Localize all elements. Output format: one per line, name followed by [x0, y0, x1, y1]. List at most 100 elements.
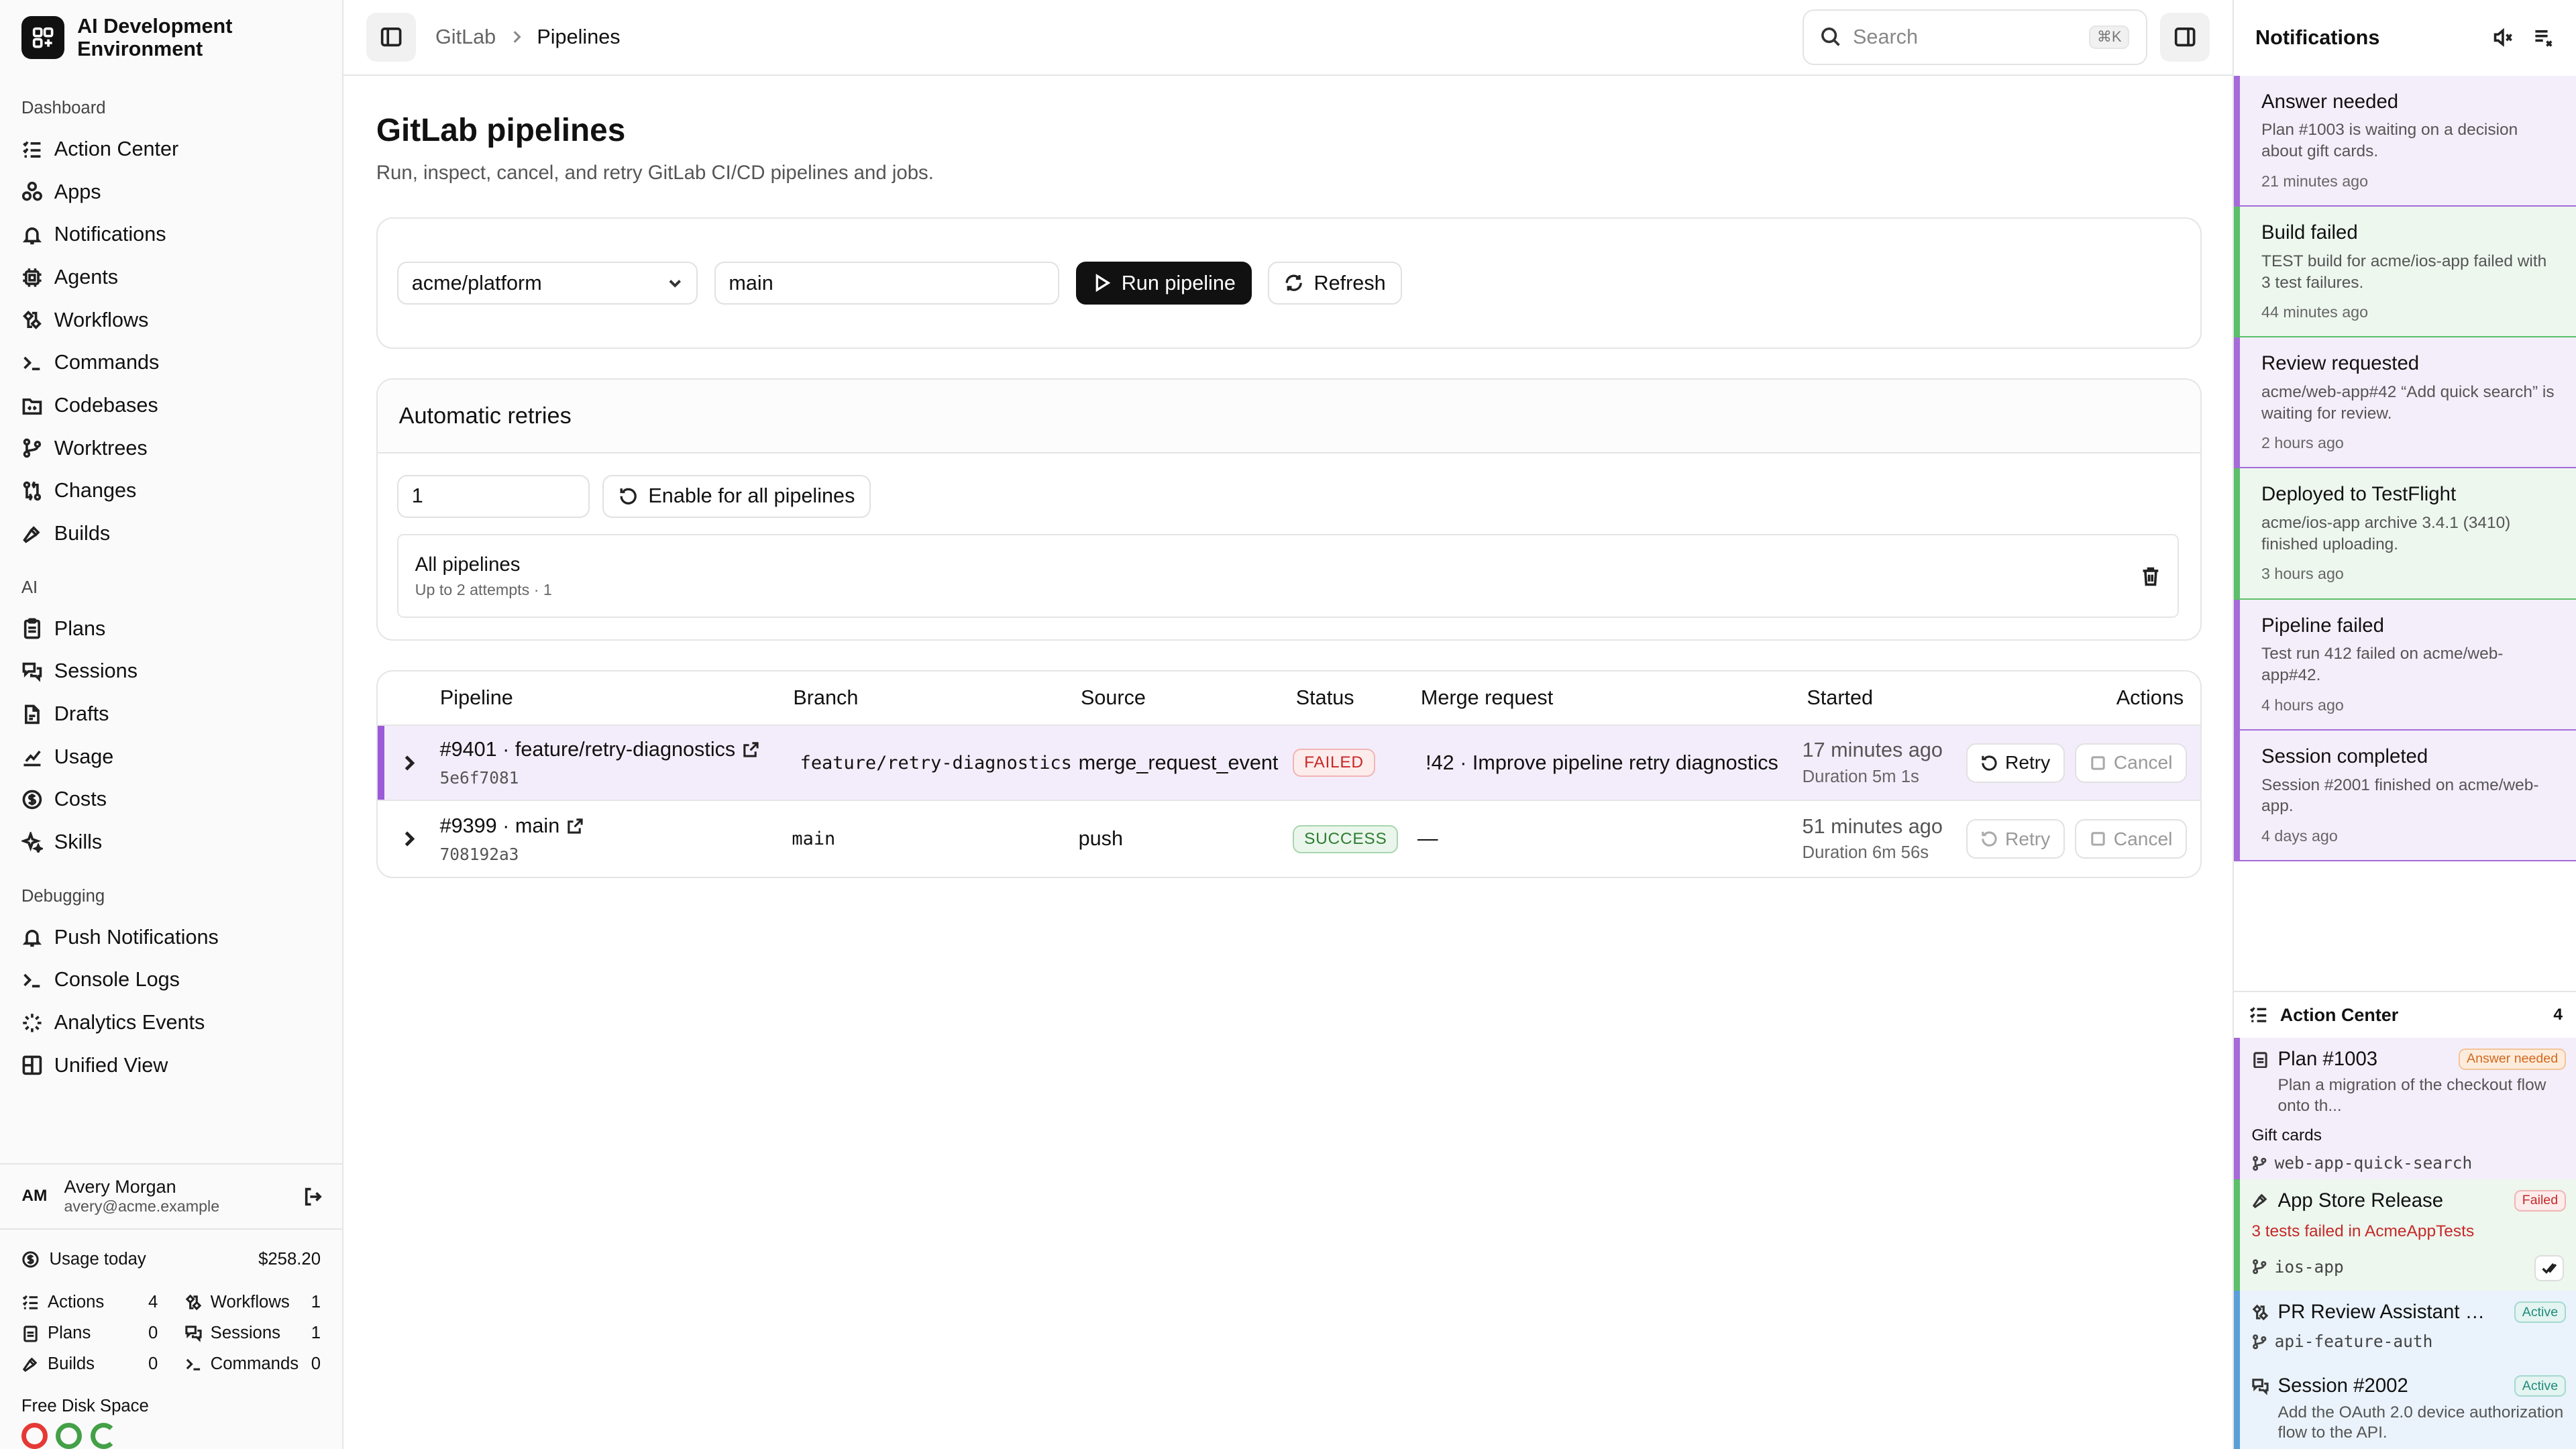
pipeline-link[interactable]: #9399 · main: [440, 814, 560, 838]
workflow-icon: [22, 311, 42, 330]
notification-item[interactable]: Review requested acme/web-app#42 “Add qu…: [2234, 337, 2576, 469]
notification-item[interactable]: Session completed Session #2001 finished…: [2234, 730, 2576, 861]
disk-ring-1[interactable]: [21, 1422, 48, 1449]
usage-stat-builds[interactable]: Builds 0: [21, 1354, 158, 1374]
square-icon: [2091, 832, 2105, 846]
table-header: Pipeline Branch Source Status Merge requ…: [377, 672, 2200, 726]
disk-rings: [21, 1422, 321, 1449]
sidebar-item-worktrees[interactable]: Worktrees: [0, 427, 342, 470]
sidebar-item-codebases[interactable]: Codebases: [0, 384, 342, 427]
list-checks-icon: [22, 140, 41, 158]
sidebar-item-workflows[interactable]: Workflows: [0, 299, 342, 341]
col-merge-request: Merge request: [1420, 686, 1554, 709]
radar-icon: [23, 1013, 42, 1032]
merge-request-cell[interactable]: !42 · Improve pipeline retry diagnostics: [1417, 751, 1803, 775]
app-logo-icon: [21, 16, 64, 60]
cancel-button[interactable]: Cancel: [2074, 743, 2188, 783]
table-row[interactable]: #9399 · main 708192a3 main push SUCCESS …: [378, 801, 2200, 877]
clipboard-icon: [2253, 1051, 2267, 1069]
action-item[interactable]: PR Review Assistant #4... Active api-fea…: [2234, 1291, 2576, 1365]
sidebar-item-costs[interactable]: Costs: [0, 778, 342, 821]
brand[interactable]: AI Development Environment: [0, 0, 342, 76]
branch-input[interactable]: [714, 262, 1060, 305]
toggle-sidebar-button[interactable]: [366, 12, 416, 62]
user-profile[interactable]: AM Avery Morgan avery@acme.example: [0, 1163, 342, 1229]
cancel-button[interactable]: Cancel: [2074, 819, 2188, 859]
sidebar-item-apps[interactable]: Apps: [0, 170, 342, 213]
retry-attempts-input[interactable]: [397, 475, 590, 518]
sidebar-item-console-logs[interactable]: Console Logs: [0, 959, 342, 1002]
mute-icon[interactable]: [2492, 27, 2514, 48]
run-pipeline-button[interactable]: Run pipeline: [1075, 262, 1252, 305]
notification-item[interactable]: Build failed TEST build for acme/ios-app…: [2234, 206, 2576, 338]
sidebar-item-notifications[interactable]: Notifications: [0, 213, 342, 256]
sidebar-item-action-center[interactable]: Action Center: [0, 128, 342, 171]
mark-done-button[interactable]: [2534, 1254, 2565, 1281]
sidebar-item-changes[interactable]: Changes: [0, 470, 342, 513]
external-link-icon[interactable]: [742, 741, 760, 759]
expand-row-button[interactable]: [378, 754, 440, 772]
logout-icon[interactable]: [303, 1186, 324, 1208]
usage-stat-plans[interactable]: Plans 0: [21, 1324, 158, 1343]
external-link-icon[interactable]: [566, 817, 584, 835]
col-actions: Actions: [2116, 686, 2184, 709]
notification-item[interactable]: Pipeline failed Test run 412 failed on a…: [2234, 599, 2576, 731]
action-center-header[interactable]: Action Center 4: [2234, 992, 2576, 1038]
breadcrumb-gitlab[interactable]: GitLab: [435, 25, 496, 49]
table-row[interactable]: #9401 · feature/retry-diagnostics 5e6f70…: [377, 725, 2200, 802]
chevron-right-icon: [405, 831, 415, 847]
col-branch: Branch: [793, 686, 859, 709]
sidebar-item-usage[interactable]: Usage: [0, 735, 342, 778]
disk-ring-3[interactable]: [90, 1422, 117, 1449]
action-item[interactable]: App Store Release Failed 3 tests failed …: [2234, 1179, 2576, 1291]
notification-item[interactable]: Answer needed Plan #1003 is waiting on a…: [2234, 75, 2576, 207]
toggle-right-panel-button[interactable]: [2160, 12, 2210, 62]
retry-button[interactable]: Retry: [1966, 819, 2065, 859]
search-input[interactable]: Search ⌘K: [1802, 9, 2147, 65]
sidebar-item-agents[interactable]: Agents: [0, 256, 342, 299]
sidebar-item-unified-view[interactable]: Unified View: [0, 1044, 342, 1087]
search-placeholder: Search: [1853, 25, 1919, 48]
merge-request-cell: —: [1417, 827, 1438, 851]
sidebar-item-commands[interactable]: Commands: [0, 341, 342, 384]
sidebar-item-drafts[interactable]: Drafts: [0, 693, 342, 736]
sidebar-item-skills[interactable]: Skills: [0, 821, 342, 864]
pipeline-link[interactable]: #9401 · feature/retry-diagnostics: [440, 738, 736, 761]
enable-all-pipelines-button[interactable]: Enable for all pipelines: [602, 475, 871, 518]
usage-stat-commands[interactable]: Commands 0: [184, 1354, 321, 1374]
retry-rule: All pipelines Up to 2 attempts · 1: [397, 534, 2179, 619]
action-item[interactable]: Plan #1003 Answer needed Plan a migratio…: [2234, 1038, 2576, 1179]
clear-all-icon[interactable]: [2533, 27, 2555, 48]
disk-ring-2[interactable]: [56, 1422, 83, 1449]
sidebar-item-plans[interactable]: Plans: [0, 607, 342, 650]
expand-row-button[interactable]: [378, 830, 440, 848]
duration-cell: Duration 5m 1s: [1802, 767, 1919, 786]
trash-icon[interactable]: [2140, 566, 2161, 587]
usage-stat-sessions[interactable]: Sessions 1: [184, 1324, 321, 1343]
usage-stat-workflows[interactable]: Workflows 1: [184, 1293, 321, 1312]
hammer-icon: [23, 525, 40, 543]
layout-grid-icon: [22, 1055, 42, 1075]
terminal-icon: [186, 1358, 200, 1371]
notification-item[interactable]: Deployed to TestFlight acme/ios-app arch…: [2234, 468, 2576, 600]
run-pipeline-card: acme/platform Run pipeline Refresh: [376, 217, 2202, 349]
panel-right-icon: [2174, 28, 2196, 47]
usage-stat-actions[interactable]: Actions 4: [21, 1293, 158, 1312]
usage-today[interactable]: Usage today $258.20: [21, 1246, 321, 1273]
terminal-icon: [23, 973, 40, 987]
sidebar-item-builds[interactable]: Builds: [0, 513, 342, 555]
retries-title: Automatic retries: [377, 380, 2200, 454]
search-icon: [1821, 28, 1840, 47]
project-select[interactable]: acme/platform: [397, 262, 698, 305]
sidebar-item-analytics-events[interactable]: Analytics Events: [0, 1002, 342, 1044]
user-email: avery@acme.example: [64, 1197, 220, 1216]
sidebar-item-push-notifications[interactable]: Push Notifications: [0, 916, 342, 959]
retry-button[interactable]: Retry: [1966, 743, 2065, 783]
nav-section-ai: AI: [21, 578, 38, 597]
play-icon: [1095, 274, 1110, 292]
list-checks-icon: [2250, 1007, 2267, 1023]
refresh-button[interactable]: Refresh: [1268, 262, 1402, 305]
action-item[interactable]: Session #2002 Active Add the OAuth 2.0 d…: [2234, 1364, 2576, 1449]
source-cell: merge_request_event: [1078, 751, 1279, 774]
sidebar-item-sessions[interactable]: Sessions: [0, 650, 342, 693]
